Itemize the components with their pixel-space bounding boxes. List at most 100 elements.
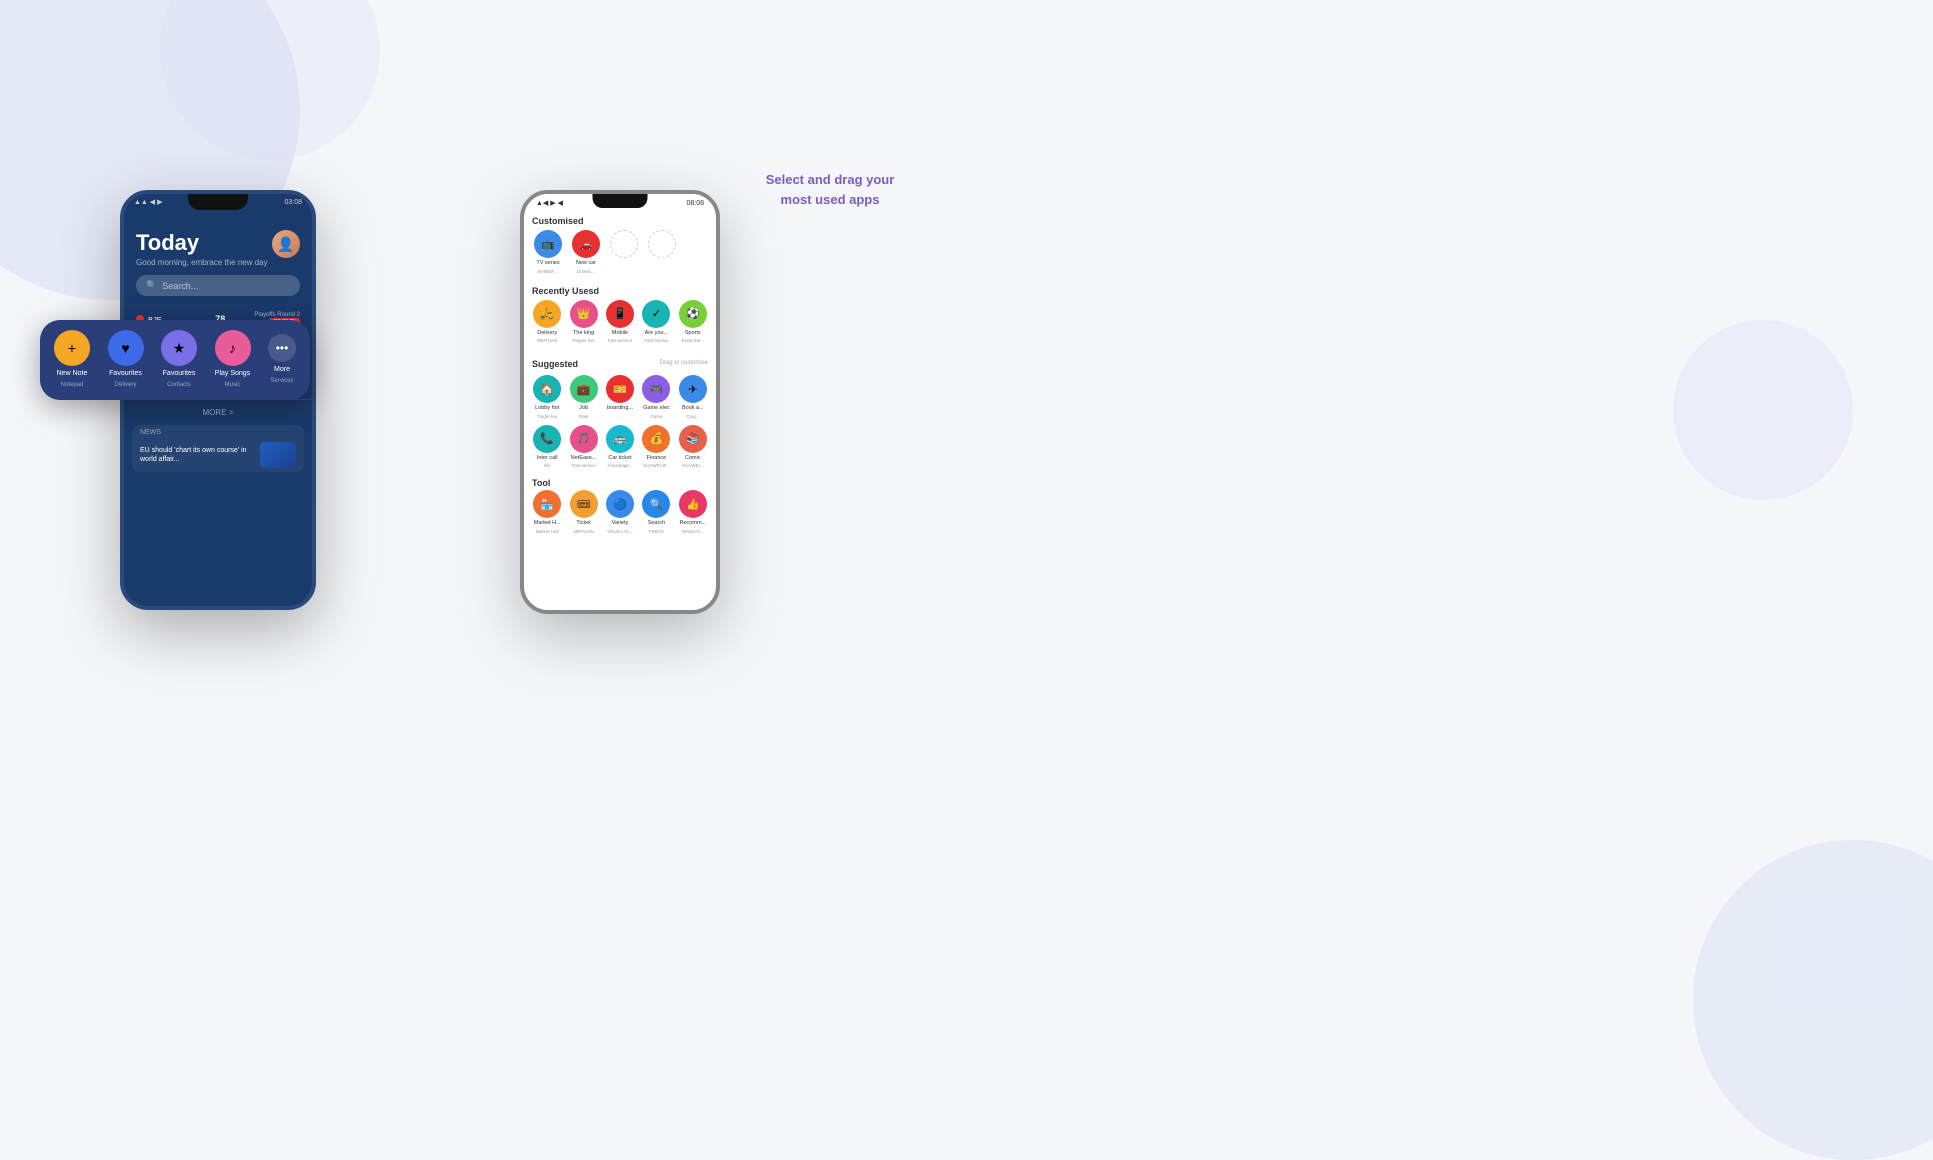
news-thumbnail: [260, 442, 296, 468]
app-mobile[interactable]: 📱 Mobile Fast service: [605, 300, 635, 344]
inter-call-sub: life: [544, 463, 550, 468]
qa-favourites-delivery[interactable]: ♥ Favourites Delivery: [108, 330, 144, 388]
app-boarding[interactable]: 🎫 boarding... ...: [605, 375, 635, 419]
app-lobby-hot[interactable]: 🏠 Lobby hot Tingle live: [532, 375, 562, 419]
app-new-car[interactable]: 🚗 New car Drivers...: [570, 230, 602, 274]
mobile-sub: Fast service: [608, 338, 632, 343]
boarding-icon: 🎫: [606, 375, 634, 403]
search-app-sub: FXBOX: [649, 529, 664, 534]
app-the-king[interactable]: 👑 The king Pepper live: [568, 300, 598, 344]
new-car-name: New car: [576, 260, 596, 267]
tv-series-sub: BABBVI...: [538, 269, 558, 274]
book-a-icon: ✈: [679, 375, 707, 403]
callout-line1: Select and drag your: [766, 172, 895, 187]
customised-grid: 📺 TV series BABBVI... 🚗 New car Drivers.…: [532, 230, 708, 274]
the-king-icon: 👑: [570, 300, 598, 328]
qa-items: + New Note Notepad ♥ Favourites Delivery…: [54, 330, 296, 388]
app-netease[interactable]: 🎵 NetEase... Fast service: [568, 425, 598, 469]
app-delivery[interactable]: 🛵 Delivery MEITUAN: [532, 300, 562, 344]
phones-container: ▲▲ ◀ ▶ 03:08 Today Good morning, embrace…: [120, 190, 720, 614]
tv-series-name: TV series: [536, 260, 559, 267]
sports-name: Sports: [685, 330, 701, 337]
qa-new-note-label: New Note: [57, 370, 88, 378]
qa-play-songs[interactable]: ♪ Play Songs Music: [215, 330, 251, 388]
tv-series-icon: 📺: [534, 230, 562, 258]
search-app-name: Search: [648, 520, 665, 527]
recomm-name: Recomm...: [680, 520, 707, 527]
delivery-name: Delivery: [537, 330, 557, 337]
app-empty-2[interactable]: [646, 230, 678, 274]
car-ticket-name: Car ticket: [608, 455, 631, 462]
are-you-icon: ✓: [642, 300, 670, 328]
car-ticket-sub: Advantage...: [607, 463, 632, 468]
qa-songs-label: Play Songs: [215, 370, 250, 378]
qa-favourites2-label: Favourites: [163, 370, 196, 378]
delivery-icon: 🛵: [533, 300, 561, 328]
book-a-name: Book a...: [682, 405, 704, 412]
qa-more[interactable]: ••• More Services: [268, 330, 296, 384]
car-ticket-icon: 🚌: [606, 425, 634, 453]
inter-call-icon: 📞: [533, 425, 561, 453]
app-car-ticket[interactable]: 🚌 Car ticket Advantage...: [605, 425, 635, 469]
market-h-icon: 🏪: [533, 490, 561, 518]
phone1-search-bar[interactable]: 🔍 Search...: [136, 275, 300, 296]
suggested-header: Suggested Drag to customise: [532, 349, 708, 375]
select-drag-callout: Select and drag your most used apps: [730, 170, 930, 209]
app-finance[interactable]: 💰 Finance HUAWEI W...: [641, 425, 671, 469]
news-text: EU should 'chart its own course' in worl…: [140, 446, 254, 464]
app-variety[interactable]: 🔵 Variety YOUKU VL...: [605, 490, 635, 534]
drag-label: Drag to customise: [660, 360, 708, 366]
finance-name: Finance: [647, 455, 667, 462]
game-elec-name: Game elec: [643, 405, 670, 412]
app-inter-call[interactable]: 📞 Inter call life: [532, 425, 562, 469]
phone2-frame: ▲◀ ▶ ◀ 08:08 Customised 📺 TV series BABB…: [520, 190, 720, 614]
netease-sub: Fast service: [571, 463, 595, 468]
new-car-icon: 🚗: [572, 230, 600, 258]
game-elec-sub: Game: [650, 414, 662, 419]
more-main-btn[interactable]: MORE >: [124, 399, 312, 425]
app-are-you[interactable]: ✓ Are you... Fast service: [641, 300, 671, 344]
netease-name: NetEase...: [571, 455, 597, 462]
game-elec-icon: 🎮: [642, 375, 670, 403]
app-market-h[interactable]: 🏪 Market H... Market Hall: [532, 490, 562, 534]
suggested-row-1: 🏠 Lobby hot Tingle live 💼 Job Gate 🎫 boa…: [532, 375, 708, 419]
phone1-notch: [188, 194, 248, 210]
tool-title: Tool: [532, 474, 708, 490]
news-item[interactable]: EU should 'chart its own course' in worl…: [132, 438, 304, 472]
phone1-search-text: Search...: [162, 281, 198, 291]
qa-more-sub: Services: [270, 378, 293, 384]
ticket-icon: 🎟: [570, 490, 598, 518]
app-book-a[interactable]: ✈ Book a... Cing...: [678, 375, 708, 419]
variety-sub: YOUKU VL...: [607, 529, 634, 534]
phone1-title: Today: [136, 230, 268, 256]
delivery-sub: MEITUAN: [537, 338, 557, 343]
bg-decoration-bottom-right: [1693, 840, 1933, 1160]
app-tv-series[interactable]: 📺 TV series BABBVI...: [532, 230, 564, 274]
app-recomm[interactable]: 👍 Recomm... WANGYI...: [678, 490, 708, 534]
phone1-header: Today Good morning, embrace the new day …: [124, 210, 312, 275]
app-empty-1[interactable]: [608, 230, 640, 274]
app-sports[interactable]: ⚽ Sports Know the...: [678, 300, 708, 344]
qa-new-note[interactable]: + New Note Notepad: [54, 330, 90, 388]
job-icon: 💼: [570, 375, 598, 403]
inter-call-name: Inter call: [537, 455, 558, 462]
book-a-sub: Cing...: [686, 414, 699, 419]
quick-action-bar: + New Note Notepad ♥ Favourites Delivery…: [40, 320, 310, 400]
finance-icon: 💰: [642, 425, 670, 453]
qa-favourites-label: Favourites: [109, 370, 142, 378]
phone1-signal: ▲▲ ◀ ▶: [134, 198, 163, 206]
app-comic[interactable]: 📚 Comic HUAWEI...: [678, 425, 708, 469]
phone2-notch: [593, 194, 648, 208]
qa-more-icon: •••: [268, 334, 296, 362]
app-job[interactable]: 💼 Job Gate: [568, 375, 598, 419]
search-app-icon: 🔍: [642, 490, 670, 518]
app-ticket[interactable]: 🎟 Ticket MEITUAN: [568, 490, 598, 534]
qa-more-label: More: [274, 366, 290, 374]
phone2-time: 08:08: [686, 200, 704, 207]
phone1: ▲▲ ◀ ▶ 03:08 Today Good morning, embrace…: [120, 190, 320, 610]
sports-icon: ⚽: [679, 300, 707, 328]
app-search[interactable]: 🔍 Search FXBOX: [641, 490, 671, 534]
boarding-sub: ...: [618, 414, 622, 419]
app-game-elec[interactable]: 🎮 Game elec Game: [641, 375, 671, 419]
qa-favourites-contacts[interactable]: ★ Favourites Contacts: [161, 330, 197, 388]
